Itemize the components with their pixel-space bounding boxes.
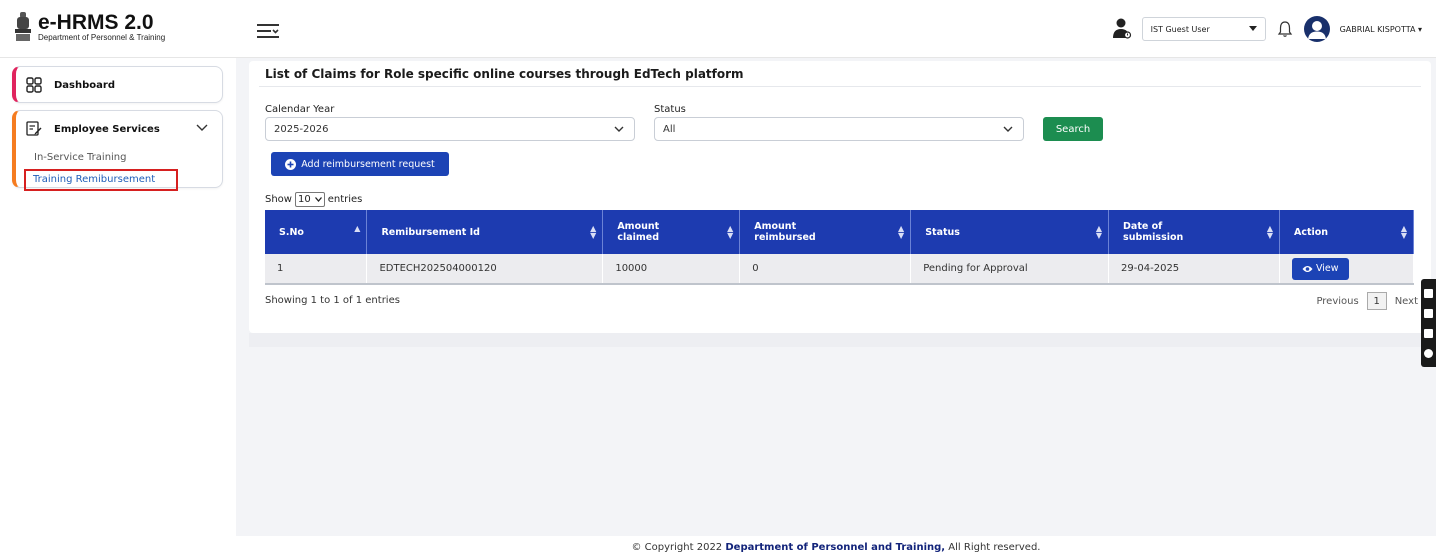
avatar-user-icon — [1307, 21, 1326, 39]
view-button-label: View — [1315, 263, 1339, 274]
cell-date: 29-04-2025 — [1108, 254, 1280, 285]
footer-prefix: © Copyright 2022 — [631, 542, 726, 553]
sort-icon: ▲ — [354, 224, 361, 233]
sidebar: Dashboard Employee Services In-Service T… — [0, 58, 236, 559]
plus-circle-icon — [285, 158, 297, 170]
entries-length-value: 10 — [297, 194, 311, 205]
cell-amount-reimbursed: 0 — [739, 254, 912, 285]
national-emblem-icon — [15, 12, 31, 41]
chevron-down-icon[interactable] — [196, 124, 208, 132]
column-header-amount-reimbursed[interactable]: Amount reimbursed ▲ ▼ — [739, 210, 912, 254]
title-divider — [259, 86, 1421, 87]
show-label: Show — [265, 194, 292, 205]
chevron-down-icon — [1003, 126, 1013, 132]
pagination: Previous 1 Next — [1316, 292, 1418, 310]
column-header-status[interactable]: Status ▲ ▼ — [910, 210, 1110, 254]
calendar-year-select[interactable]: 2025-2026 — [265, 117, 635, 141]
column-header-sno[interactable]: S.No ▲ — [265, 210, 368, 254]
column-header-reimbursement-id[interactable]: Remibursement Id ▲ ▼ — [366, 210, 604, 254]
toolbar-window-icon[interactable] — [1424, 328, 1433, 338]
chevron-down-icon — [314, 197, 322, 202]
toolbar-record-icon[interactable] — [1424, 308, 1433, 318]
app-title: e-HRMS 2.0 — [38, 11, 154, 34]
sidebar-subitem-training-reimbursement[interactable]: Training Remibursement — [24, 169, 178, 191]
sort-icon: ▲ ▼ — [590, 224, 597, 240]
entries-label: entries — [327, 194, 363, 205]
floating-toolbar — [1421, 279, 1436, 367]
toolbar-settings-icon[interactable] — [1424, 348, 1433, 358]
cell-amount-claimed: 10000 — [602, 254, 741, 285]
sort-icon: ▲ ▼ — [1266, 224, 1273, 240]
chevron-down-icon — [614, 126, 624, 132]
pagination-previous[interactable]: Previous — [1316, 296, 1358, 307]
sort-icon: ▲ ▼ — [727, 224, 734, 240]
column-header-action[interactable]: Action ▲ ▼ — [1279, 210, 1415, 254]
footer-org: Department of Personnel and Training, — [725, 542, 946, 553]
sort-icon: ▲ ▼ — [1095, 224, 1103, 240]
calendar-year-value: 2025-2026 — [274, 123, 329, 135]
claims-table: S.No ▲ Remibursement Id ▲ ▼ Amount claimed ▲… — [265, 210, 1415, 285]
status-select-value: All — [663, 123, 676, 135]
sidebar-item-dashboard[interactable]: Dashboard — [12, 66, 223, 103]
sort-icon: ▲ ▼ — [1400, 224, 1407, 240]
role-select-value: IST Guest User — [1150, 24, 1210, 34]
sidebar-subitem-in-service-training[interactable]: In-Service Training — [16, 147, 222, 168]
column-header-amount-claimed[interactable]: Amount claimed ▲ ▼ — [602, 210, 741, 254]
toolbar-camera-icon[interactable] — [1424, 288, 1433, 298]
entries-length-control: Show 10 entries — [265, 192, 362, 207]
footer-suffix: All Right reserved. — [945, 542, 1041, 553]
column-header-date-of-submission[interactable]: Date of submission ▲ ▼ — [1108, 210, 1280, 254]
user-role-icon — [1112, 18, 1131, 39]
add-reimbursement-label: Add reimbursement request — [301, 158, 435, 170]
claims-panel: List of Claims for Role specific online … — [249, 61, 1431, 333]
edit-document-icon — [26, 121, 42, 136]
caret-down-icon — [1248, 26, 1257, 31]
footer: © Copyright 2022 Department of Personnel… — [236, 536, 1436, 559]
status-label: Status — [654, 104, 686, 115]
eye-icon — [1302, 265, 1313, 272]
role-select[interactable]: IST Guest User — [1141, 17, 1266, 41]
page-title: List of Claims for Role specific online … — [265, 67, 744, 81]
cell-reimbursement-id: EDTECH202504000120 — [366, 254, 604, 285]
entries-length-select[interactable]: 10 — [294, 192, 325, 207]
pagination-next[interactable]: Next — [1395, 296, 1418, 307]
sort-icon: ▲ ▼ — [898, 224, 905, 240]
panel-bottom-strip — [249, 333, 1431, 347]
status-select[interactable]: All — [654, 117, 1024, 141]
sidebar-item-employee-services[interactable]: Employee Services In-Service Training Tr… — [12, 110, 223, 191]
top-header: e-HRMS 2.0 Department of Personnel & Tra… — [0, 0, 1436, 58]
dashboard-icon — [26, 77, 42, 93]
app-logo[interactable]: e-HRMS 2.0 Department of Personnel & Tra… — [14, 11, 165, 43]
sidebar-item-label: Employee Services — [54, 123, 160, 135]
menu-toggle-icon[interactable] — [256, 22, 280, 40]
view-button[interactable]: View — [1291, 257, 1349, 280]
add-reimbursement-button[interactable]: Add reimbursement request — [271, 152, 449, 176]
table-row: 1 EDTECH202504000120 10000 0 Pending for… — [265, 254, 1415, 285]
notification-bell-icon[interactable] — [1276, 20, 1294, 38]
pagination-page-1[interactable]: 1 — [1366, 292, 1387, 310]
user-avatar[interactable] — [1303, 16, 1330, 42]
cell-sno: 1 — [265, 254, 368, 285]
app-subtitle: Department of Personnel & Training — [38, 33, 166, 42]
table-info: Showing 1 to 1 of 1 entries — [265, 295, 400, 306]
user-name-menu[interactable]: GABRIAL KISPOTTA ▾ — [1340, 25, 1422, 34]
cell-action: View — [1279, 254, 1415, 285]
cell-status: Pending for Approval — [910, 254, 1110, 285]
sidebar-item-label: Dashboard — [54, 79, 115, 91]
calendar-year-label: Calendar Year — [265, 104, 335, 115]
search-button[interactable]: Search — [1043, 117, 1103, 141]
